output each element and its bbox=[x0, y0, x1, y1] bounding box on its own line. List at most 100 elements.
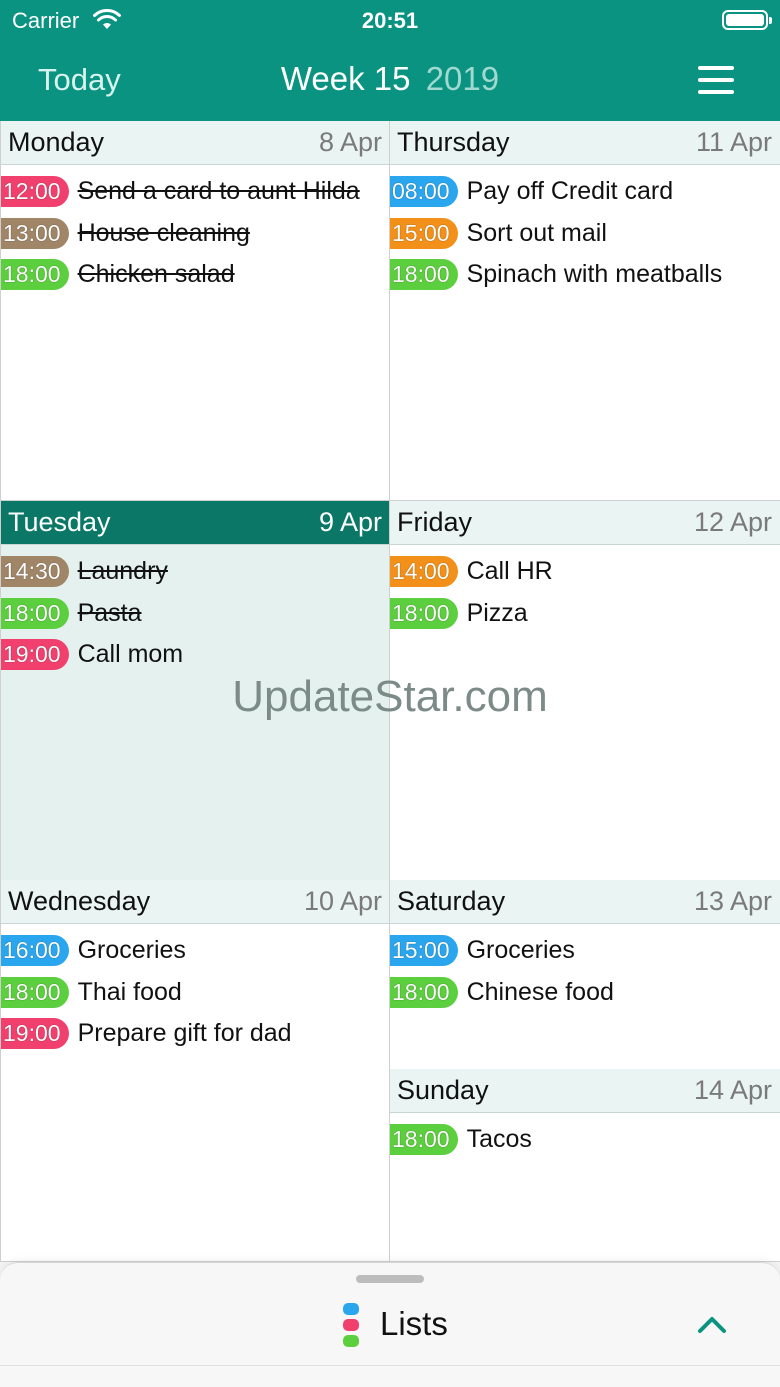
day-header[interactable]: Wednesday 10 Apr bbox=[1, 880, 390, 924]
event-time-badge: 18:00 bbox=[390, 1124, 458, 1156]
lists-label: Lists bbox=[380, 1305, 448, 1342]
event-item[interactable]: 18:00 Pasta bbox=[1, 593, 390, 635]
event-item[interactable]: 18:00 Thai food bbox=[1, 972, 390, 1014]
divider bbox=[0, 1365, 780, 1366]
event-title: Spinach with meatballs bbox=[466, 260, 723, 289]
day-cell-thursday[interactable]: Thursday 11 Apr 08:00 Pay off Credit card 15… bbox=[389, 121, 780, 501]
sheet-drag-handle[interactable] bbox=[356, 1275, 424, 1283]
day-date: 14 Apr bbox=[693, 1075, 772, 1105]
event-title: Pasta bbox=[77, 598, 142, 627]
event-list: 18:00 Tacos bbox=[390, 1113, 780, 1161]
day-header[interactable]: Monday 8 Apr bbox=[1, 121, 390, 165]
day-name: Friday bbox=[397, 507, 473, 537]
event-title: Thai food bbox=[77, 977, 182, 1006]
event-item[interactable]: 18:00 Tacos bbox=[390, 1119, 780, 1161]
event-time-badge: 15:00 bbox=[390, 217, 458, 249]
event-title: Call mom bbox=[77, 640, 184, 669]
event-time-badge: 18:00 bbox=[390, 597, 458, 629]
event-title: Tacos bbox=[466, 1125, 532, 1154]
event-item[interactable]: 15:00 Sort out mail bbox=[390, 213, 780, 255]
event-list: 14:00 Call HR 18:00 Pizza bbox=[390, 545, 780, 634]
event-time-badge: 14:30 bbox=[1, 556, 69, 588]
event-title: Laundry bbox=[77, 557, 168, 586]
day-date: 8 Apr bbox=[318, 127, 382, 157]
day-header[interactable]: Tuesday 9 Apr bbox=[1, 501, 390, 545]
event-title: Chinese food bbox=[466, 977, 614, 1006]
event-item[interactable]: 14:00 Call HR bbox=[390, 551, 780, 593]
event-item[interactable]: 13:00 House cleaning bbox=[1, 213, 390, 255]
event-time-badge: 14:00 bbox=[390, 556, 458, 588]
day-header[interactable]: Saturday 13 Apr bbox=[390, 880, 780, 924]
day-header[interactable]: Thursday 11 Apr bbox=[390, 121, 780, 165]
event-list: 08:00 Pay off Credit card 15:00 Sort out ma… bbox=[390, 165, 780, 296]
day-header[interactable]: Friday 12 Apr bbox=[390, 501, 780, 545]
event-time-badge: 18:00 bbox=[1, 597, 69, 629]
event-item[interactable]: 18:00 Spinach with meatballs bbox=[390, 254, 780, 296]
event-title: Prepare gift for dad bbox=[77, 1019, 292, 1048]
event-title: Groceries bbox=[77, 936, 186, 965]
event-title: Sort out mail bbox=[466, 218, 607, 247]
day-cell-monday[interactable]: Monday 8 Apr 12:00 Send a card to aunt Hild… bbox=[0, 121, 390, 501]
event-time-badge: 18:00 bbox=[1, 259, 69, 291]
day-cell-sunday[interactable]: Sunday 14 Apr 18:00 Tacos bbox=[389, 1069, 780, 1262]
event-item[interactable]: 18:00 Chicken salad bbox=[1, 254, 390, 296]
event-title: Call HR bbox=[466, 557, 553, 586]
day-name: Sunday bbox=[397, 1075, 489, 1105]
day-name: Saturday bbox=[397, 886, 506, 916]
battery-icon bbox=[722, 10, 772, 30]
day-cell-wednesday[interactable]: Wednesday 10 Apr 16:00 Groceries 18:00 Thai f… bbox=[0, 880, 390, 1262]
status-time: 20:51 bbox=[361, 8, 419, 33]
day-header[interactable]: Sunday 14 Apr bbox=[390, 1069, 780, 1113]
event-item[interactable]: 14:30 Laundry bbox=[1, 551, 390, 593]
event-item[interactable]: 18:00 Chinese food bbox=[390, 972, 780, 1014]
day-date: 13 Apr bbox=[693, 886, 772, 916]
day-cell-tuesday[interactable]: Tuesday 9 Apr 14:30 Laundry 18:00 Pasta 19:00 C… bbox=[0, 501, 390, 881]
week-label: Week 15 bbox=[280, 60, 411, 97]
event-list: 16:00 Groceries 18:00 Thai food 19:00 Prepare… bbox=[1, 924, 390, 1055]
event-title: Groceries bbox=[466, 936, 575, 965]
event-time-badge: 15:00 bbox=[390, 935, 458, 967]
day-name: Thursday bbox=[397, 127, 510, 157]
event-item[interactable]: 15:00 Groceries bbox=[390, 930, 780, 972]
year-label: 2019 bbox=[425, 60, 500, 97]
day-cell-saturday[interactable]: Saturday 13 Apr 15:00 Groceries 18:00 Chinese… bbox=[389, 880, 780, 1070]
event-time-badge: 16:00 bbox=[1, 935, 69, 967]
event-item[interactable]: 18:00 Pizza bbox=[390, 593, 780, 635]
event-time-badge: 18:00 bbox=[1, 976, 69, 1008]
event-title: Pizza bbox=[466, 598, 528, 627]
event-list: 15:00 Groceries 18:00 Chinese food bbox=[390, 924, 780, 1013]
event-title: House cleaning bbox=[77, 218, 250, 247]
day-date: 10 Apr bbox=[303, 886, 382, 916]
event-time-badge: 19:00 bbox=[1, 639, 69, 671]
event-time-badge: 18:00 bbox=[390, 259, 458, 291]
status-bar: Carrier 20:51 bbox=[0, 0, 780, 40]
chevron-up-icon[interactable] bbox=[697, 1310, 727, 1340]
event-item[interactable]: 16:00 Groceries bbox=[1, 930, 390, 972]
day-date: 9 Apr bbox=[318, 507, 382, 537]
event-time-badge: 08:00 bbox=[390, 176, 458, 208]
event-item[interactable]: 19:00 Call mom bbox=[1, 634, 390, 676]
event-title: Chicken salad bbox=[77, 260, 235, 289]
top-bar: Carrier 20:51 Today Week 15 2019 bbox=[0, 0, 780, 121]
event-time-badge: 18:00 bbox=[390, 976, 458, 1008]
event-title: Send a card to aunt Hilda bbox=[77, 177, 360, 206]
event-list: 14:30 Laundry 18:00 Pasta 19:00 Call mom bbox=[1, 545, 390, 676]
day-name: Monday bbox=[8, 127, 105, 157]
week-title: Week 15 2019 bbox=[0, 60, 780, 98]
event-time-badge: 19:00 bbox=[1, 1018, 69, 1050]
day-date: 11 Apr bbox=[695, 127, 772, 157]
event-title: Pay off Credit card bbox=[466, 177, 674, 206]
week-grid: Monday 8 Apr 12:00 Send a card to aunt Hild… bbox=[0, 121, 780, 1262]
event-item[interactable]: 12:00 Send a card to aunt Hilda bbox=[1, 171, 390, 213]
day-date: 12 Apr bbox=[693, 507, 772, 537]
lists-bottom-sheet[interactable]: Lists bbox=[0, 1262, 780, 1387]
event-item[interactable]: 19:00 Prepare gift for dad bbox=[1, 1013, 390, 1055]
navigation-bar: Today Week 15 2019 bbox=[0, 50, 780, 110]
hamburger-menu-icon[interactable] bbox=[698, 66, 734, 94]
day-cell-friday[interactable]: Friday 12 Apr 14:00 Call HR 18:00 Pizza bbox=[389, 501, 780, 881]
lists-icon bbox=[343, 1303, 359, 1347]
event-time-badge: 12:00 bbox=[1, 176, 69, 208]
event-item[interactable]: 08:00 Pay off Credit card bbox=[390, 171, 780, 213]
event-time-badge: 13:00 bbox=[1, 217, 69, 249]
event-list: 12:00 Send a card to aunt Hilda 13:00 House… bbox=[1, 165, 390, 296]
